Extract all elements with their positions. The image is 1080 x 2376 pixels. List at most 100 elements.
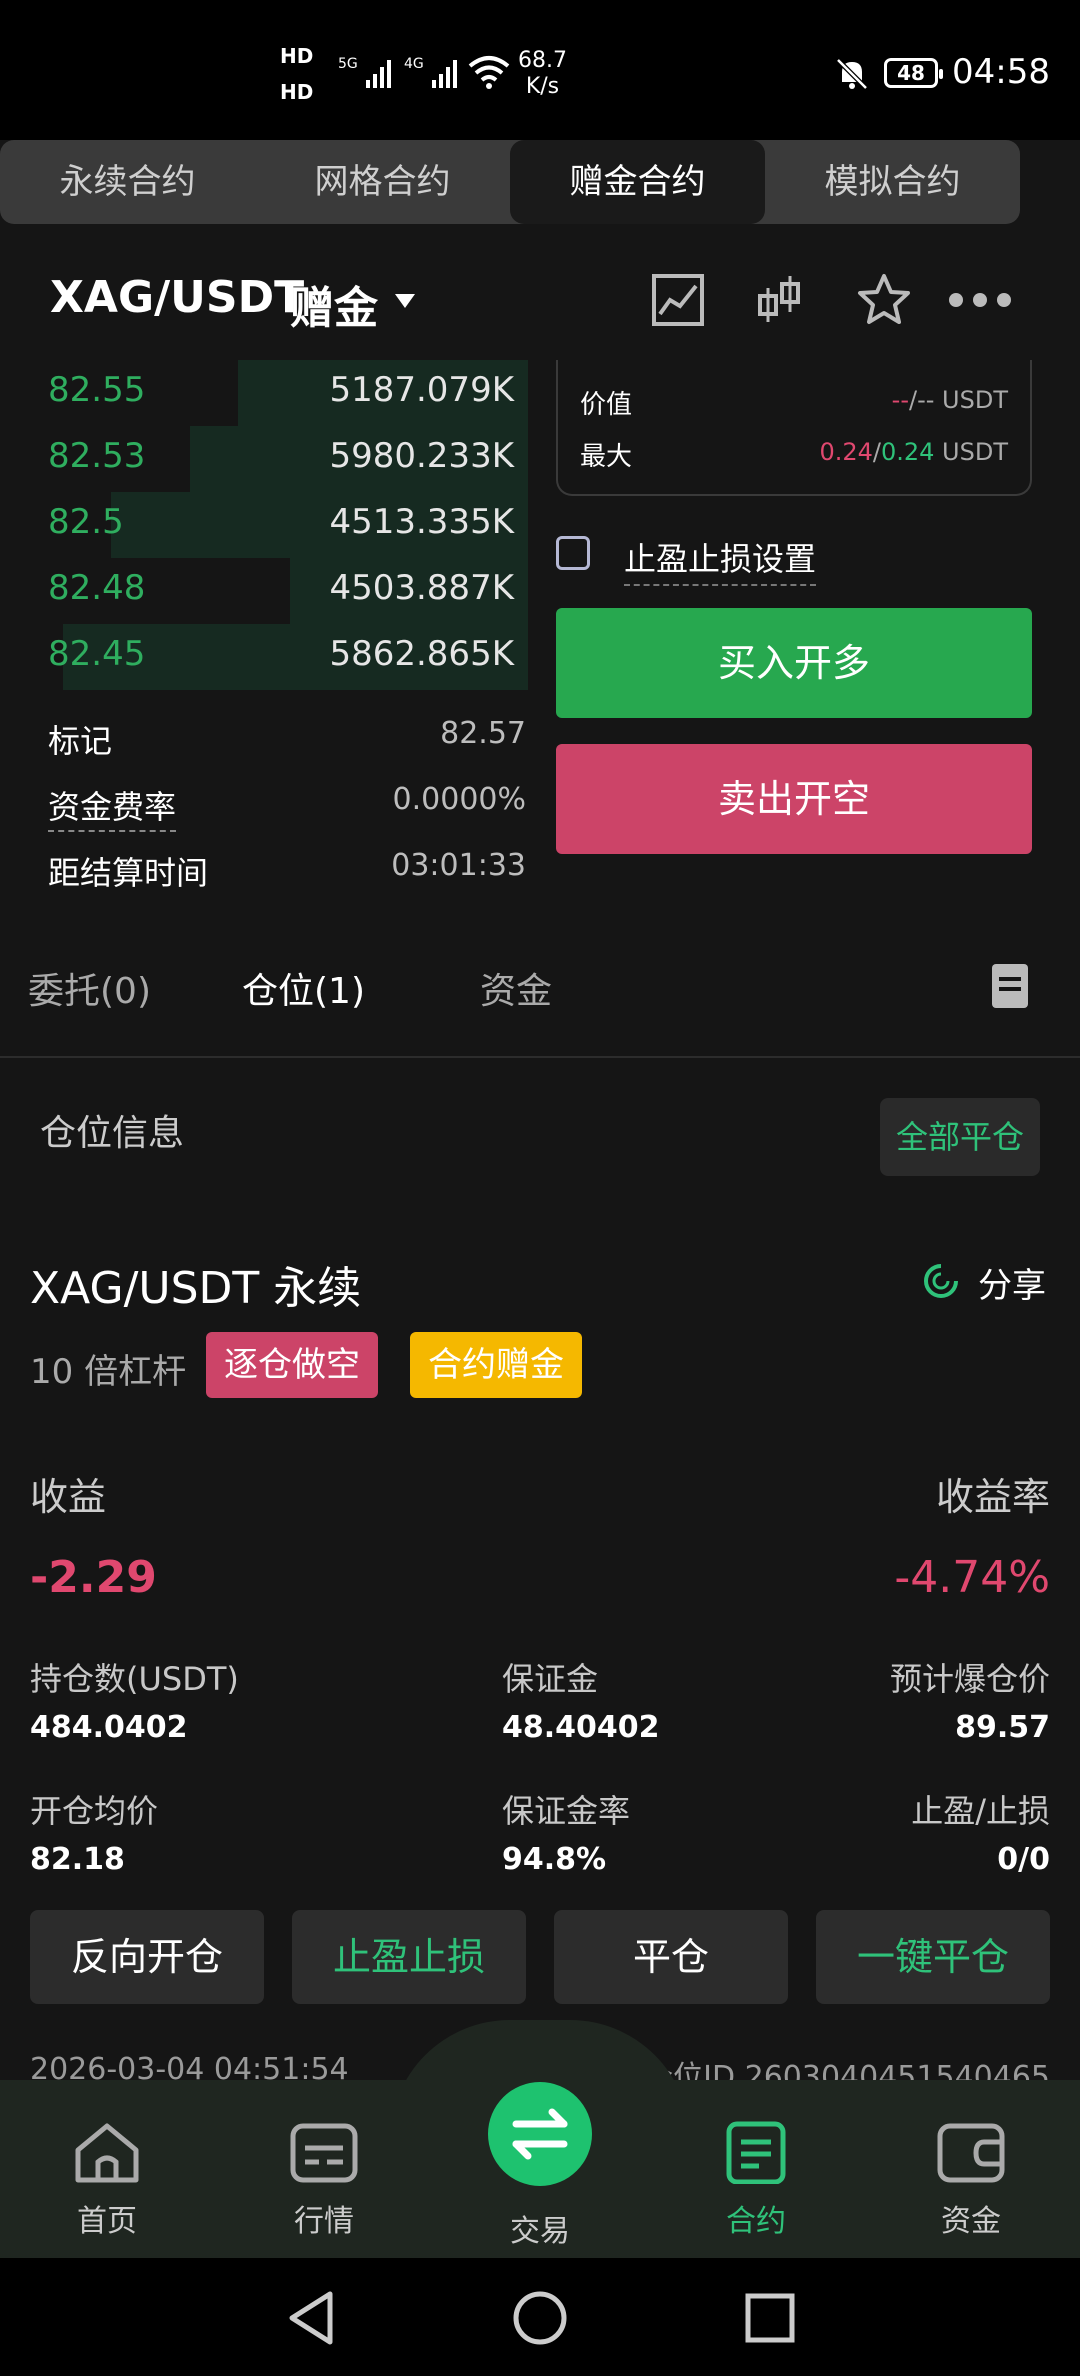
position-section-title: 仓位信息 [40,1113,185,1154]
margin-rate-label: 保证金率 [502,1792,631,1830]
tpsl-value: 0/0 [997,1842,1050,1877]
signal-4g-icon: 4G [404,56,457,88]
tpsl-button[interactable]: 止盈止损 [292,1910,526,2004]
system-navigation-bar [0,2258,1080,2376]
settle-label: 距结算时间 [48,854,209,892]
more-icon[interactable] [948,288,1012,312]
mute-bell-icon [836,58,868,90]
nav-market[interactable]: 行情 [254,2120,394,2240]
max-readout: 0.24/0.24 USDT [819,438,1008,466]
bid-price: 82.5 [48,502,124,542]
nav-trade-label[interactable]: 交易 [470,2206,610,2250]
tab-simulated[interactable]: 模拟合约 [765,140,1020,224]
open-price-label: 开仓均价 [30,1792,159,1830]
pnl-rate-label: 收益率 [935,1475,1050,1519]
sell-short-button[interactable]: 卖出开空 [556,744,1032,854]
contract-type-tabs: 永续合约 网格合约 赠金合约 模拟合约 [0,140,1020,224]
bid-price: 82.45 [48,634,146,674]
close-all-button[interactable]: 全部平仓 [880,1098,1040,1176]
market-icon [290,2123,358,2183]
pnl-value: -2.29 [30,1552,157,1603]
back-icon[interactable] [286,2290,336,2346]
open-price-value: 82.18 [30,1842,125,1877]
wifi-icon [468,56,510,89]
battery-indicator: 48 [884,58,943,88]
tpsl-label: 止盈/止损 [911,1792,1050,1830]
home-circle-icon[interactable] [512,2290,568,2346]
net-speed: 68.7 K/s [518,48,567,99]
pnl-label: 收益 [30,1475,107,1519]
bid-price: 82.55 [48,370,146,410]
bid-price: 82.48 [48,568,146,608]
bid-price: 82.53 [48,436,146,476]
buy-long-button[interactable]: 买入开多 [556,608,1032,718]
close-position-button[interactable]: 平仓 [554,1910,788,2004]
isolated-short-badge: 逐仓做空 [206,1332,378,1398]
status-bar: HD HD 5G 4G 68.7 K/s 48 04:58 [0,0,1080,140]
orderbook-row[interactable]: 82.45 5862.865K [0,624,528,690]
nav-assets[interactable]: 资金 [901,2120,1041,2240]
hd-indicator-1: HD [280,44,314,68]
pair-selector[interactable]: XAG/USDT [50,272,304,323]
tab-perpetual[interactable]: 永续合约 [0,140,255,224]
document-icon[interactable] [992,964,1028,1008]
star-icon[interactable] [856,272,912,328]
settlement-row: 距结算时间 03:01:33 [48,848,526,894]
tpsl-settings-label[interactable]: 止盈止损设置 [624,534,817,586]
bid-qty: 5187.079K [329,370,514,410]
pair-tag[interactable]: 赠金 [290,272,378,336]
bid-qty: 5980.233K [329,436,514,476]
margin-label: 保证金 [502,1660,599,1698]
divider [0,1056,1080,1058]
tab-bonus[interactable]: 赠金合约 [510,140,765,224]
tab-positions[interactable]: 仓位(1) [242,962,365,1014]
liq-price-value: 89.57 [955,1710,1050,1745]
mark-price-row: 标记 82.57 [48,716,526,762]
orderbook-row[interactable]: 82.5 4513.335K [0,492,528,558]
orderbook-row[interactable]: 82.48 4503.887K [0,558,528,624]
share-icon[interactable] [922,1262,960,1300]
caret-down-icon[interactable] [395,294,415,308]
leverage-label: 10 倍杠杆 [30,1352,187,1392]
contract-icon [726,2121,786,2185]
max-label: 最大 [580,442,633,472]
reverse-open-button[interactable]: 反向开仓 [30,1910,264,2004]
orderbook-row[interactable]: 82.53 5980.233K [0,426,528,492]
margin-rate-value: 94.8% [502,1842,607,1877]
margin-value: 48.40402 [502,1710,660,1745]
liq-price-label: 预计爆仓价 [889,1660,1050,1698]
nav-home[interactable]: 首页 [37,2120,177,2240]
funding-label[interactable]: 资金费率 [48,788,177,832]
hold-value: 484.0402 [30,1710,188,1745]
clock: 04:58 [952,52,1050,92]
nav-trade-button[interactable] [488,2082,592,2186]
recents-icon[interactable] [744,2292,796,2344]
candlestick-icon[interactable] [756,274,802,326]
pnl-rate-value: -4.74% [894,1552,1050,1603]
order-value-box: 价值 --/-- USDT 最大 0.24/0.24 USDT [556,360,1032,496]
mark-value: 82.57 [440,716,526,751]
position-title: XAG/USDT 永续 [30,1263,362,1314]
tab-grid[interactable]: 网格合约 [255,140,510,224]
bid-qty: 4513.335K [329,502,514,542]
share-button[interactable]: 分享 [978,1258,1046,1307]
bid-qty: 4503.887K [329,568,514,608]
tab-orders[interactable]: 委托(0) [28,962,151,1014]
home-icon [75,2123,139,2183]
bid-qty: 5862.865K [329,634,514,674]
mark-label: 标记 [48,722,113,760]
hold-label: 持仓数(USDT) [30,1660,239,1698]
svg-text:4G: 4G [404,56,424,72]
funding-rate-row[interactable]: 资金费率 0.0000% [48,782,526,832]
wallet-icon [937,2123,1005,2183]
settle-value: 03:01:33 [391,848,526,883]
tab-funds[interactable]: 资金 [480,962,552,1014]
tpsl-checkbox[interactable] [556,536,590,570]
chart-icon[interactable] [652,274,704,326]
nav-contract[interactable]: 合约 [686,2120,826,2240]
value-readout: --/-- USDT [891,386,1008,414]
signal-5g-icon: 5G [338,56,391,88]
orderbook-row[interactable]: 82.55 5187.079K [0,360,528,426]
hd-indicator-2: HD [280,80,314,104]
quick-close-button[interactable]: 一键平仓 [816,1910,1050,2004]
